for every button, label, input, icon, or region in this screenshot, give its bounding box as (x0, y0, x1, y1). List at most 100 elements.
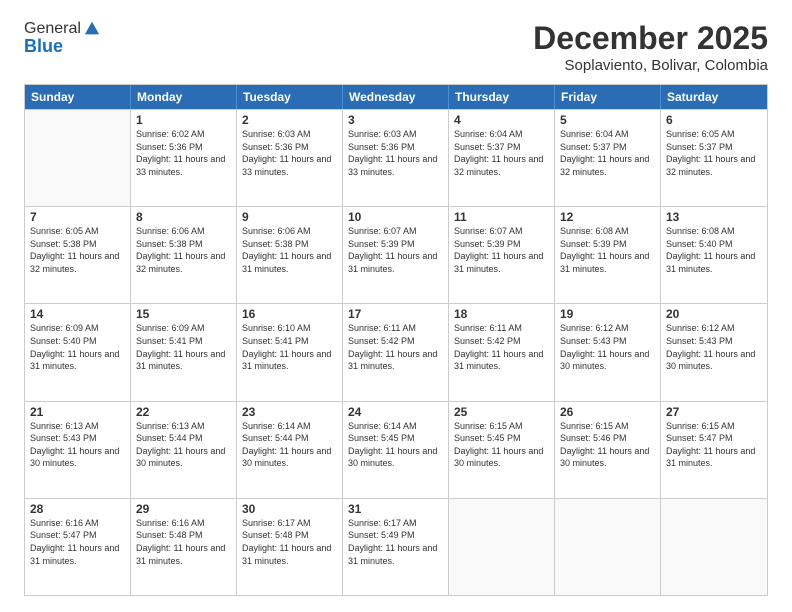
calendar-cell: 25Sunrise: 6:15 AM Sunset: 5:45 PM Dayli… (449, 402, 555, 498)
calendar-cell: 4Sunrise: 6:04 AM Sunset: 5:37 PM Daylig… (449, 110, 555, 206)
day-number: 21 (30, 405, 125, 419)
calendar-week-1: 1Sunrise: 6:02 AM Sunset: 5:36 PM Daylig… (25, 109, 767, 206)
calendar-cell: 30Sunrise: 6:17 AM Sunset: 5:48 PM Dayli… (237, 499, 343, 595)
day-number: 11 (454, 210, 549, 224)
day-info: Sunrise: 6:15 AM Sunset: 5:47 PM Dayligh… (666, 420, 762, 470)
calendar-cell: 11Sunrise: 6:07 AM Sunset: 5:39 PM Dayli… (449, 207, 555, 303)
day-info: Sunrise: 6:12 AM Sunset: 5:43 PM Dayligh… (666, 322, 762, 372)
calendar-header: SundayMondayTuesdayWednesdayThursdayFrid… (25, 85, 767, 109)
calendar-cell: 9Sunrise: 6:06 AM Sunset: 5:38 PM Daylig… (237, 207, 343, 303)
calendar-cell: 15Sunrise: 6:09 AM Sunset: 5:41 PM Dayli… (131, 304, 237, 400)
day-number: 3 (348, 113, 443, 127)
calendar-cell: 14Sunrise: 6:09 AM Sunset: 5:40 PM Dayli… (25, 304, 131, 400)
calendar-cell: 28Sunrise: 6:16 AM Sunset: 5:47 PM Dayli… (25, 499, 131, 595)
day-number: 1 (136, 113, 231, 127)
calendar-header-thursday: Thursday (449, 85, 555, 109)
day-number: 23 (242, 405, 337, 419)
day-number: 12 (560, 210, 655, 224)
logo: General Blue (24, 20, 101, 57)
day-number: 30 (242, 502, 337, 516)
calendar-cell: 31Sunrise: 6:17 AM Sunset: 5:49 PM Dayli… (343, 499, 449, 595)
calendar-cell: 26Sunrise: 6:15 AM Sunset: 5:46 PM Dayli… (555, 402, 661, 498)
calendar-cell (661, 499, 767, 595)
day-number: 6 (666, 113, 762, 127)
calendar-cell: 6Sunrise: 6:05 AM Sunset: 5:37 PM Daylig… (661, 110, 767, 206)
calendar-week-2: 7Sunrise: 6:05 AM Sunset: 5:38 PM Daylig… (25, 206, 767, 303)
day-info: Sunrise: 6:13 AM Sunset: 5:43 PM Dayligh… (30, 420, 125, 470)
calendar-cell: 7Sunrise: 6:05 AM Sunset: 5:38 PM Daylig… (25, 207, 131, 303)
day-info: Sunrise: 6:11 AM Sunset: 5:42 PM Dayligh… (348, 322, 443, 372)
calendar-week-4: 21Sunrise: 6:13 AM Sunset: 5:43 PM Dayli… (25, 401, 767, 498)
day-info: Sunrise: 6:15 AM Sunset: 5:45 PM Dayligh… (454, 420, 549, 470)
day-info: Sunrise: 6:10 AM Sunset: 5:41 PM Dayligh… (242, 322, 337, 372)
day-number: 8 (136, 210, 231, 224)
day-info: Sunrise: 6:09 AM Sunset: 5:41 PM Dayligh… (136, 322, 231, 372)
day-info: Sunrise: 6:08 AM Sunset: 5:39 PM Dayligh… (560, 225, 655, 275)
day-info: Sunrise: 6:04 AM Sunset: 5:37 PM Dayligh… (454, 128, 549, 178)
day-number: 24 (348, 405, 443, 419)
day-info: Sunrise: 6:14 AM Sunset: 5:45 PM Dayligh… (348, 420, 443, 470)
day-info: Sunrise: 6:07 AM Sunset: 5:39 PM Dayligh… (348, 225, 443, 275)
calendar-cell: 17Sunrise: 6:11 AM Sunset: 5:42 PM Dayli… (343, 304, 449, 400)
day-number: 5 (560, 113, 655, 127)
calendar: SundayMondayTuesdayWednesdayThursdayFrid… (24, 84, 768, 596)
day-info: Sunrise: 6:09 AM Sunset: 5:40 PM Dayligh… (30, 322, 125, 372)
calendar-header-tuesday: Tuesday (237, 85, 343, 109)
day-number: 16 (242, 307, 337, 321)
day-number: 29 (136, 502, 231, 516)
calendar-cell: 16Sunrise: 6:10 AM Sunset: 5:41 PM Dayli… (237, 304, 343, 400)
calendar-header-saturday: Saturday (661, 85, 767, 109)
day-number: 2 (242, 113, 337, 127)
day-number: 4 (454, 113, 549, 127)
calendar-cell: 19Sunrise: 6:12 AM Sunset: 5:43 PM Dayli… (555, 304, 661, 400)
calendar-page: General Blue December 2025 Soplaviento, … (0, 0, 792, 612)
calendar-cell: 29Sunrise: 6:16 AM Sunset: 5:48 PM Dayli… (131, 499, 237, 595)
location-title: Soplaviento, Bolivar, Colombia (533, 57, 768, 74)
calendar-cell (449, 499, 555, 595)
day-number: 27 (666, 405, 762, 419)
day-info: Sunrise: 6:12 AM Sunset: 5:43 PM Dayligh… (560, 322, 655, 372)
day-info: Sunrise: 6:11 AM Sunset: 5:42 PM Dayligh… (454, 322, 549, 372)
day-info: Sunrise: 6:05 AM Sunset: 5:38 PM Dayligh… (30, 225, 125, 275)
day-info: Sunrise: 6:07 AM Sunset: 5:39 PM Dayligh… (454, 225, 549, 275)
calendar-week-3: 14Sunrise: 6:09 AM Sunset: 5:40 PM Dayli… (25, 303, 767, 400)
title-block: December 2025 Soplaviento, Bolivar, Colo… (533, 20, 768, 74)
calendar-cell: 22Sunrise: 6:13 AM Sunset: 5:44 PM Dayli… (131, 402, 237, 498)
calendar-cell: 13Sunrise: 6:08 AM Sunset: 5:40 PM Dayli… (661, 207, 767, 303)
day-info: Sunrise: 6:03 AM Sunset: 5:36 PM Dayligh… (348, 128, 443, 178)
day-number: 19 (560, 307, 655, 321)
day-number: 10 (348, 210, 443, 224)
month-title: December 2025 (533, 20, 768, 57)
calendar-cell: 3Sunrise: 6:03 AM Sunset: 5:36 PM Daylig… (343, 110, 449, 206)
day-info: Sunrise: 6:13 AM Sunset: 5:44 PM Dayligh… (136, 420, 231, 470)
day-info: Sunrise: 6:17 AM Sunset: 5:48 PM Dayligh… (242, 517, 337, 567)
calendar-cell: 5Sunrise: 6:04 AM Sunset: 5:37 PM Daylig… (555, 110, 661, 206)
day-info: Sunrise: 6:15 AM Sunset: 5:46 PM Dayligh… (560, 420, 655, 470)
day-number: 9 (242, 210, 337, 224)
calendar-header-monday: Monday (131, 85, 237, 109)
calendar-cell (555, 499, 661, 595)
day-number: 20 (666, 307, 762, 321)
day-number: 14 (30, 307, 125, 321)
day-info: Sunrise: 6:02 AM Sunset: 5:36 PM Dayligh… (136, 128, 231, 178)
page-header: General Blue December 2025 Soplaviento, … (24, 20, 768, 74)
calendar-cell: 23Sunrise: 6:14 AM Sunset: 5:44 PM Dayli… (237, 402, 343, 498)
day-number: 31 (348, 502, 443, 516)
calendar-cell: 8Sunrise: 6:06 AM Sunset: 5:38 PM Daylig… (131, 207, 237, 303)
calendar-cell: 2Sunrise: 6:03 AM Sunset: 5:36 PM Daylig… (237, 110, 343, 206)
calendar-cell (25, 110, 131, 206)
day-number: 28 (30, 502, 125, 516)
calendar-week-5: 28Sunrise: 6:16 AM Sunset: 5:47 PM Dayli… (25, 498, 767, 595)
calendar-header-sunday: Sunday (25, 85, 131, 109)
calendar-cell: 21Sunrise: 6:13 AM Sunset: 5:43 PM Dayli… (25, 402, 131, 498)
calendar-body: 1Sunrise: 6:02 AM Sunset: 5:36 PM Daylig… (25, 109, 767, 595)
calendar-cell: 20Sunrise: 6:12 AM Sunset: 5:43 PM Dayli… (661, 304, 767, 400)
day-info: Sunrise: 6:17 AM Sunset: 5:49 PM Dayligh… (348, 517, 443, 567)
calendar-cell: 27Sunrise: 6:15 AM Sunset: 5:47 PM Dayli… (661, 402, 767, 498)
calendar-header-friday: Friday (555, 85, 661, 109)
day-number: 15 (136, 307, 231, 321)
day-number: 13 (666, 210, 762, 224)
day-info: Sunrise: 6:08 AM Sunset: 5:40 PM Dayligh… (666, 225, 762, 275)
calendar-cell: 12Sunrise: 6:08 AM Sunset: 5:39 PM Dayli… (555, 207, 661, 303)
day-number: 25 (454, 405, 549, 419)
